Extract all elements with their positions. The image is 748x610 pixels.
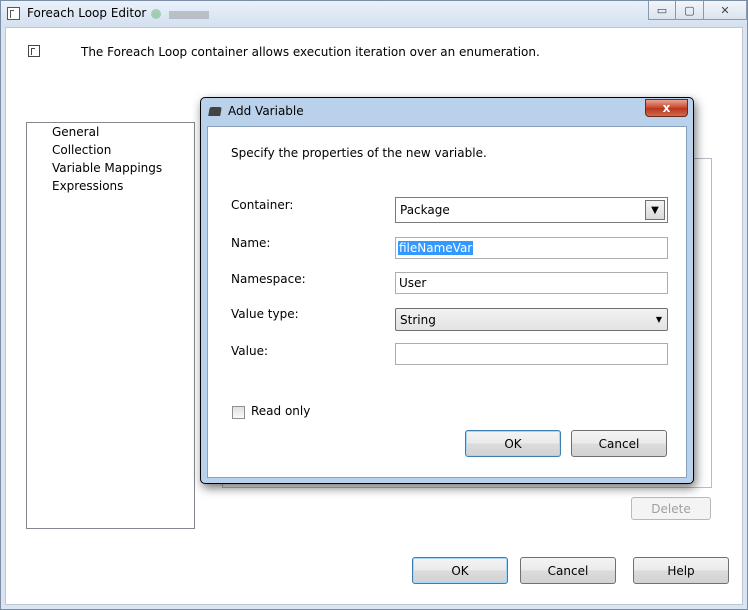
chevron-down-icon: ▼: [655, 315, 662, 324]
foreach-container-icon: [7, 7, 20, 20]
dialog-cancel-button[interactable]: Cancel: [571, 430, 667, 457]
dialog-titlebar[interactable]: Add Variable x: [201, 98, 693, 126]
chevron-down-icon[interactable]: ▼: [645, 200, 665, 220]
nav-item-general[interactable]: General: [52, 125, 99, 139]
window-titlebar[interactable]: Foreach Loop Editor ▭ ▢ ✕: [1, 1, 747, 27]
toolbar-placeholder: [169, 11, 209, 19]
value-field[interactable]: [395, 343, 668, 365]
cancel-button[interactable]: Cancel: [520, 557, 616, 584]
dialog-close-button[interactable]: x: [645, 99, 688, 117]
value-label: Value:: [231, 344, 268, 358]
help-button[interactable]: Help: [633, 557, 729, 584]
foreach-loop-icon: [28, 45, 40, 57]
name-value: fileNameVar: [398, 241, 474, 255]
namespace-value: User: [399, 276, 427, 290]
dialog-ok-button[interactable]: OK: [465, 430, 561, 457]
name-field[interactable]: fileNameVar: [395, 237, 668, 259]
delete-button[interactable]: Delete: [631, 497, 711, 520]
namespace-label: Namespace:: [231, 272, 306, 286]
add-variable-dialog: Add Variable x Specify the properties of…: [200, 97, 694, 484]
window-title: Foreach Loop Editor: [27, 6, 147, 20]
start-icon: [151, 9, 161, 19]
nav-item-collection[interactable]: Collection: [52, 143, 111, 157]
read-only-checkbox[interactable]: [232, 406, 245, 419]
value-type-label: Value type:: [231, 307, 299, 321]
container-combo[interactable]: Package ▼: [395, 197, 668, 223]
namespace-field[interactable]: User: [395, 272, 668, 294]
ok-button[interactable]: OK: [412, 557, 508, 584]
page-nav-list: General Collection Variable Mappings Exp…: [26, 122, 195, 529]
background-toolbar: [151, 5, 251, 23]
container-value: Package: [400, 203, 450, 217]
nav-item-expressions[interactable]: Expressions: [52, 179, 123, 193]
dialog-client-area: Specify the properties of the new variab…: [207, 126, 687, 478]
nav-item-variable-mappings[interactable]: Variable Mappings: [52, 161, 162, 175]
read-only-label: Read only: [251, 404, 311, 418]
dialog-title: Add Variable: [228, 104, 304, 118]
value-type-value: String: [400, 313, 436, 327]
container-label: Container:: [231, 198, 294, 212]
name-label: Name:: [231, 236, 271, 250]
minimize-button[interactable]: ▭: [648, 1, 676, 20]
variable-icon: [208, 107, 222, 116]
dialog-description: Specify the properties of the new variab…: [231, 146, 487, 160]
value-type-select[interactable]: String ▼: [395, 308, 668, 331]
caption-buttons: ▭ ▢ ✕: [648, 1, 747, 21]
editor-description: The Foreach Loop container allows execut…: [81, 45, 540, 59]
maximize-button[interactable]: ▢: [676, 1, 704, 20]
close-button[interactable]: ✕: [704, 1, 747, 20]
